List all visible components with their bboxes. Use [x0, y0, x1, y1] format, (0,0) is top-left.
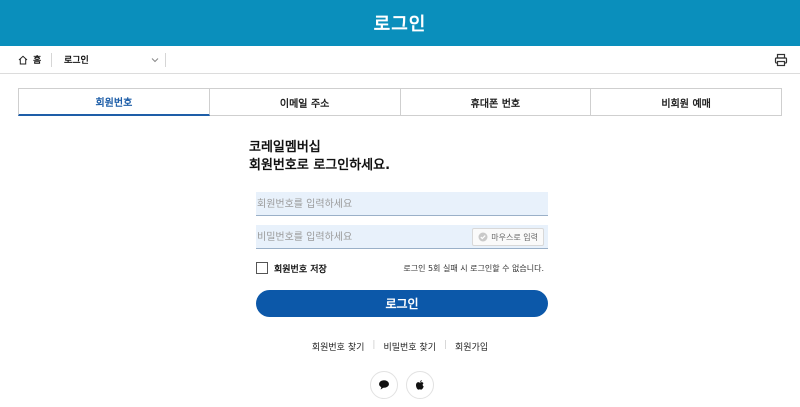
find-member-number-link[interactable]: 회원번호 찾기 [304, 340, 373, 353]
page-header: 로그인 [0, 0, 800, 46]
breadcrumb-home-label: 홈 [33, 56, 42, 66]
intro-title: 코레일멤버십 [249, 140, 321, 155]
apple-login-button[interactable] [406, 371, 434, 399]
mouse-input-button[interactable]: 마우스로 입력 [472, 228, 544, 246]
tab-guest-booking[interactable]: 비회원 예매 [591, 88, 782, 116]
save-member-number-checkbox[interactable] [256, 262, 268, 274]
find-password-link[interactable]: 비밀번호 찾기 [375, 340, 444, 353]
chat-bubble-icon [379, 380, 389, 390]
apple-icon [416, 380, 424, 390]
home-icon [18, 55, 28, 64]
check-circle-icon [478, 232, 488, 242]
intro-subtitle: 회원번호로 로그인하세요. [249, 158, 391, 173]
member-number-input[interactable] [256, 193, 548, 216]
breadcrumb: 홈 로그인 [0, 46, 800, 74]
tab-email[interactable]: 이메일 주소 [209, 88, 401, 116]
chat-login-button[interactable] [370, 371, 398, 399]
save-member-number-row: 회원번호 저장 로그인 5회 실패 시 로그인할 수 없습니다. [256, 261, 548, 275]
signup-link[interactable]: 회원가입 [447, 340, 496, 353]
tab-phone[interactable]: 휴대폰 번호 [400, 88, 592, 116]
mouse-input-label: 마우스로 입력 [491, 232, 538, 242]
login-failure-notice: 로그인 5회 실패 시 로그인할 수 없습니다. [403, 263, 544, 273]
chevron-down-icon [151, 57, 159, 62]
save-member-number-label[interactable]: 회원번호 저장 [274, 262, 327, 275]
member-number-field [256, 192, 548, 216]
tab-member-number[interactable]: 회원번호 [18, 88, 210, 116]
breadcrumb-home[interactable]: 홈 [0, 52, 52, 67]
print-icon[interactable] [774, 53, 788, 67]
breadcrumb-page-select[interactable]: 로그인 [64, 52, 166, 67]
login-method-tabs: 회원번호 이메일 주소 휴대폰 번호 비회원 예매 [18, 88, 782, 116]
password-field: 마우스로 입력 [256, 225, 548, 249]
page-title: 로그인 [373, 14, 427, 35]
account-links: 회원번호 찾기 | 비밀번호 찾기 | 회원가입 [0, 340, 800, 353]
breadcrumb-current-label: 로그인 [64, 56, 89, 66]
login-button[interactable]: 로그인 [256, 290, 548, 317]
login-intro: 코레일멤버십 회원번호로 로그인하세요. [249, 139, 390, 175]
